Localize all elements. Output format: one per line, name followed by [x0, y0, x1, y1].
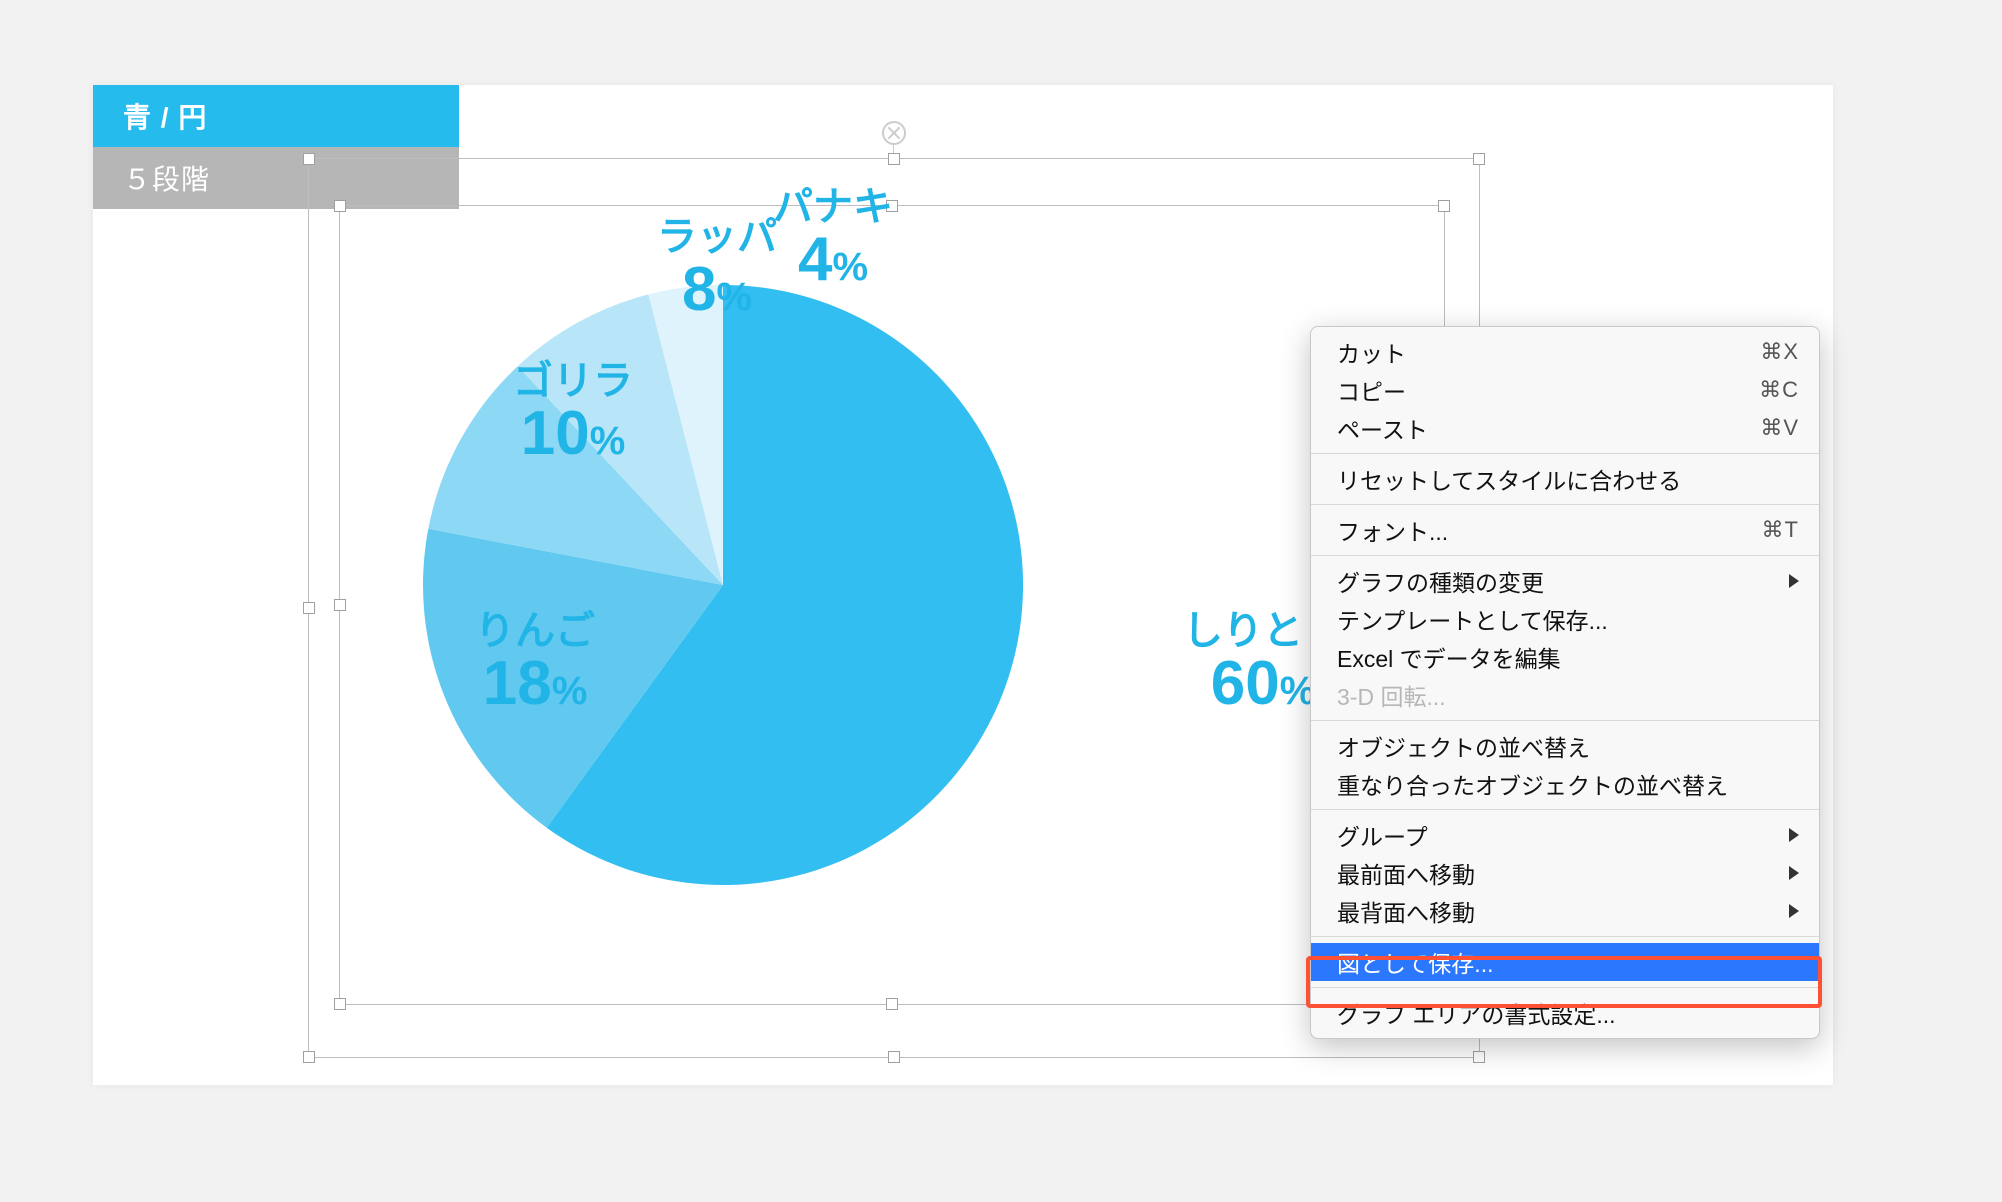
chevron-right-icon: [1789, 904, 1799, 918]
menu-shortcut: ⌘X: [1760, 339, 1799, 365]
label-pct: %: [832, 245, 868, 289]
chevron-right-icon: [1789, 866, 1799, 880]
label-name: ゴリラ: [513, 359, 633, 403]
resize-handle[interactable]: [1473, 153, 1485, 165]
menu-separator: [1311, 504, 1819, 505]
menu-separator: [1311, 936, 1819, 937]
resize-handle[interactable]: [303, 602, 315, 614]
tab-label: ５段階: [123, 158, 210, 198]
menu-edit-data-excel[interactable]: Excel でデータを編集: [1311, 638, 1819, 676]
rotate-handle-icon[interactable]: [882, 121, 906, 145]
menu-save-as-template[interactable]: テンプレートとして保存...: [1311, 600, 1819, 638]
menu-change-chart-type[interactable]: グラフの種類の変更: [1311, 562, 1819, 600]
pie-label-4: パナキ 4%: [773, 185, 893, 291]
menu-label: Excel でデータを編集: [1337, 640, 1561, 674]
label-value: 18: [483, 649, 552, 718]
menu-shortcut: ⌘C: [1759, 377, 1799, 403]
menu-cut[interactable]: カット ⌘X: [1311, 333, 1819, 371]
pie-label-1: りんご 18%: [475, 609, 595, 715]
menu-reset-style[interactable]: リセットしてスタイルに合わせる: [1311, 460, 1819, 498]
context-menu: カット ⌘X コピー ⌘C ペースト ⌘V リセットしてスタイルに合わせる フォ…: [1310, 326, 1820, 1039]
menu-3d-rotation: 3-D 回転...: [1311, 676, 1819, 714]
label-value: 60: [1211, 649, 1280, 718]
pie-label-3: ラッパ 8%: [657, 215, 777, 321]
resize-handle[interactable]: [334, 599, 346, 611]
menu-separator: [1311, 809, 1819, 810]
menu-save-as-picture[interactable]: 図として保存...: [1311, 943, 1819, 981]
menu-label: コピー: [1337, 373, 1406, 407]
menu-label: ペースト: [1337, 411, 1428, 445]
menu-bring-to-front[interactable]: 最前面へ移動: [1311, 854, 1819, 892]
menu-label: 重なり合ったオブジェクトの並べ替え: [1337, 767, 1728, 801]
label-pct: %: [590, 419, 626, 463]
label-value: 4: [798, 225, 832, 294]
menu-copy[interactable]: コピー ⌘C: [1311, 371, 1819, 409]
tab-label: 青 / 円: [123, 96, 207, 136]
menu-label: 最前面へ移動: [1337, 856, 1475, 890]
menu-font[interactable]: フォント... ⌘T: [1311, 511, 1819, 549]
menu-separator: [1311, 720, 1819, 721]
resize-handle[interactable]: [334, 998, 346, 1010]
label-pct: %: [552, 669, 588, 713]
menu-shortcut: ⌘V: [1760, 415, 1799, 441]
menu-label: オブジェクトの並べ替え: [1337, 729, 1590, 763]
menu-separator: [1311, 555, 1819, 556]
resize-handle[interactable]: [303, 1051, 315, 1063]
resize-handle[interactable]: [1438, 200, 1450, 212]
label-name: パナキ: [773, 185, 893, 229]
resize-handle[interactable]: [1473, 1051, 1485, 1063]
menu-label: グループ: [1337, 818, 1428, 852]
menu-label: フォント...: [1337, 513, 1448, 547]
menu-group[interactable]: グループ: [1311, 816, 1819, 854]
chevron-right-icon: [1789, 828, 1799, 842]
pie-chart[interactable]: [393, 255, 1053, 915]
menu-format-chart-area[interactable]: グラフ エリアの書式設定...: [1311, 994, 1819, 1032]
chevron-right-icon: [1789, 574, 1799, 588]
resize-handle[interactable]: [888, 153, 900, 165]
resize-handle[interactable]: [334, 200, 346, 212]
resize-handle[interactable]: [303, 153, 315, 165]
menu-reorder-overlapping[interactable]: 重なり合ったオブジェクトの並べ替え: [1311, 765, 1819, 803]
menu-shortcut: ⌘T: [1762, 517, 1799, 543]
label-value: 10: [521, 399, 590, 468]
label-name: ラッパ: [657, 215, 777, 259]
menu-label: グラフの種類の変更: [1337, 564, 1544, 598]
menu-label: 3-D 回転...: [1337, 678, 1446, 712]
menu-label: テンプレートとして保存...: [1337, 602, 1608, 636]
label-name: りんご: [475, 609, 595, 653]
menu-paste[interactable]: ペースト ⌘V: [1311, 409, 1819, 447]
pie-label-2: ゴリラ 10%: [513, 359, 633, 465]
menu-separator: [1311, 987, 1819, 988]
menu-label: 最背面へ移動: [1337, 894, 1475, 928]
pie-svg: [393, 255, 1053, 915]
menu-label: グラフ エリアの書式設定...: [1337, 996, 1616, 1030]
style-tab-active[interactable]: 青 / 円: [93, 85, 459, 147]
menu-label: カット: [1337, 335, 1406, 369]
menu-label: 図として保存...: [1337, 945, 1493, 979]
menu-reorder-objects[interactable]: オブジェクトの並べ替え: [1311, 727, 1819, 765]
resize-handle[interactable]: [888, 1051, 900, 1063]
label-pct: %: [716, 275, 752, 319]
resize-handle[interactable]: [886, 998, 898, 1010]
menu-label: リセットしてスタイルに合わせる: [1337, 462, 1681, 496]
menu-separator: [1311, 453, 1819, 454]
label-value: 8: [682, 255, 716, 324]
menu-send-to-back[interactable]: 最背面へ移動: [1311, 892, 1819, 930]
